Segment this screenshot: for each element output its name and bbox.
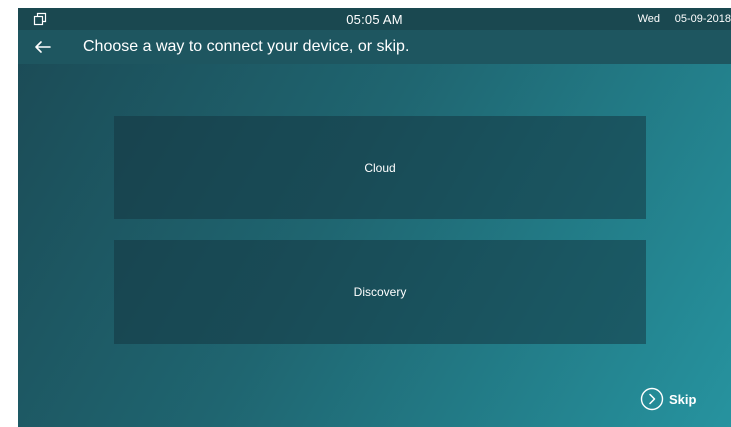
status-bar: 05:05 AM Wed 05-09-2018 [18,8,731,30]
cloud-option-button[interactable]: Cloud [114,116,646,219]
arrow-left-icon [30,41,56,63]
status-day: Wed [637,13,660,25]
cloud-option-label: Cloud [364,160,396,175]
status-time: 05:05 AM [346,12,403,27]
skip-button[interactable]: Skip [640,387,696,411]
back-button[interactable] [30,35,56,59]
status-date: 05-09-2018 [674,13,731,25]
chevron-right-circle-icon [640,387,664,411]
discovery-option-button[interactable]: Discovery [114,240,646,344]
title-bar: Choose a way to connect your device, or … [18,30,731,64]
skip-label: Skip [669,391,697,407]
page-title: Choose a way to connect your device, or … [83,38,410,55]
device-screen: 05:05 AM Wed 05-09-2018 Choose a way to … [18,8,731,427]
discovery-option-label: Discovery [353,285,407,299]
